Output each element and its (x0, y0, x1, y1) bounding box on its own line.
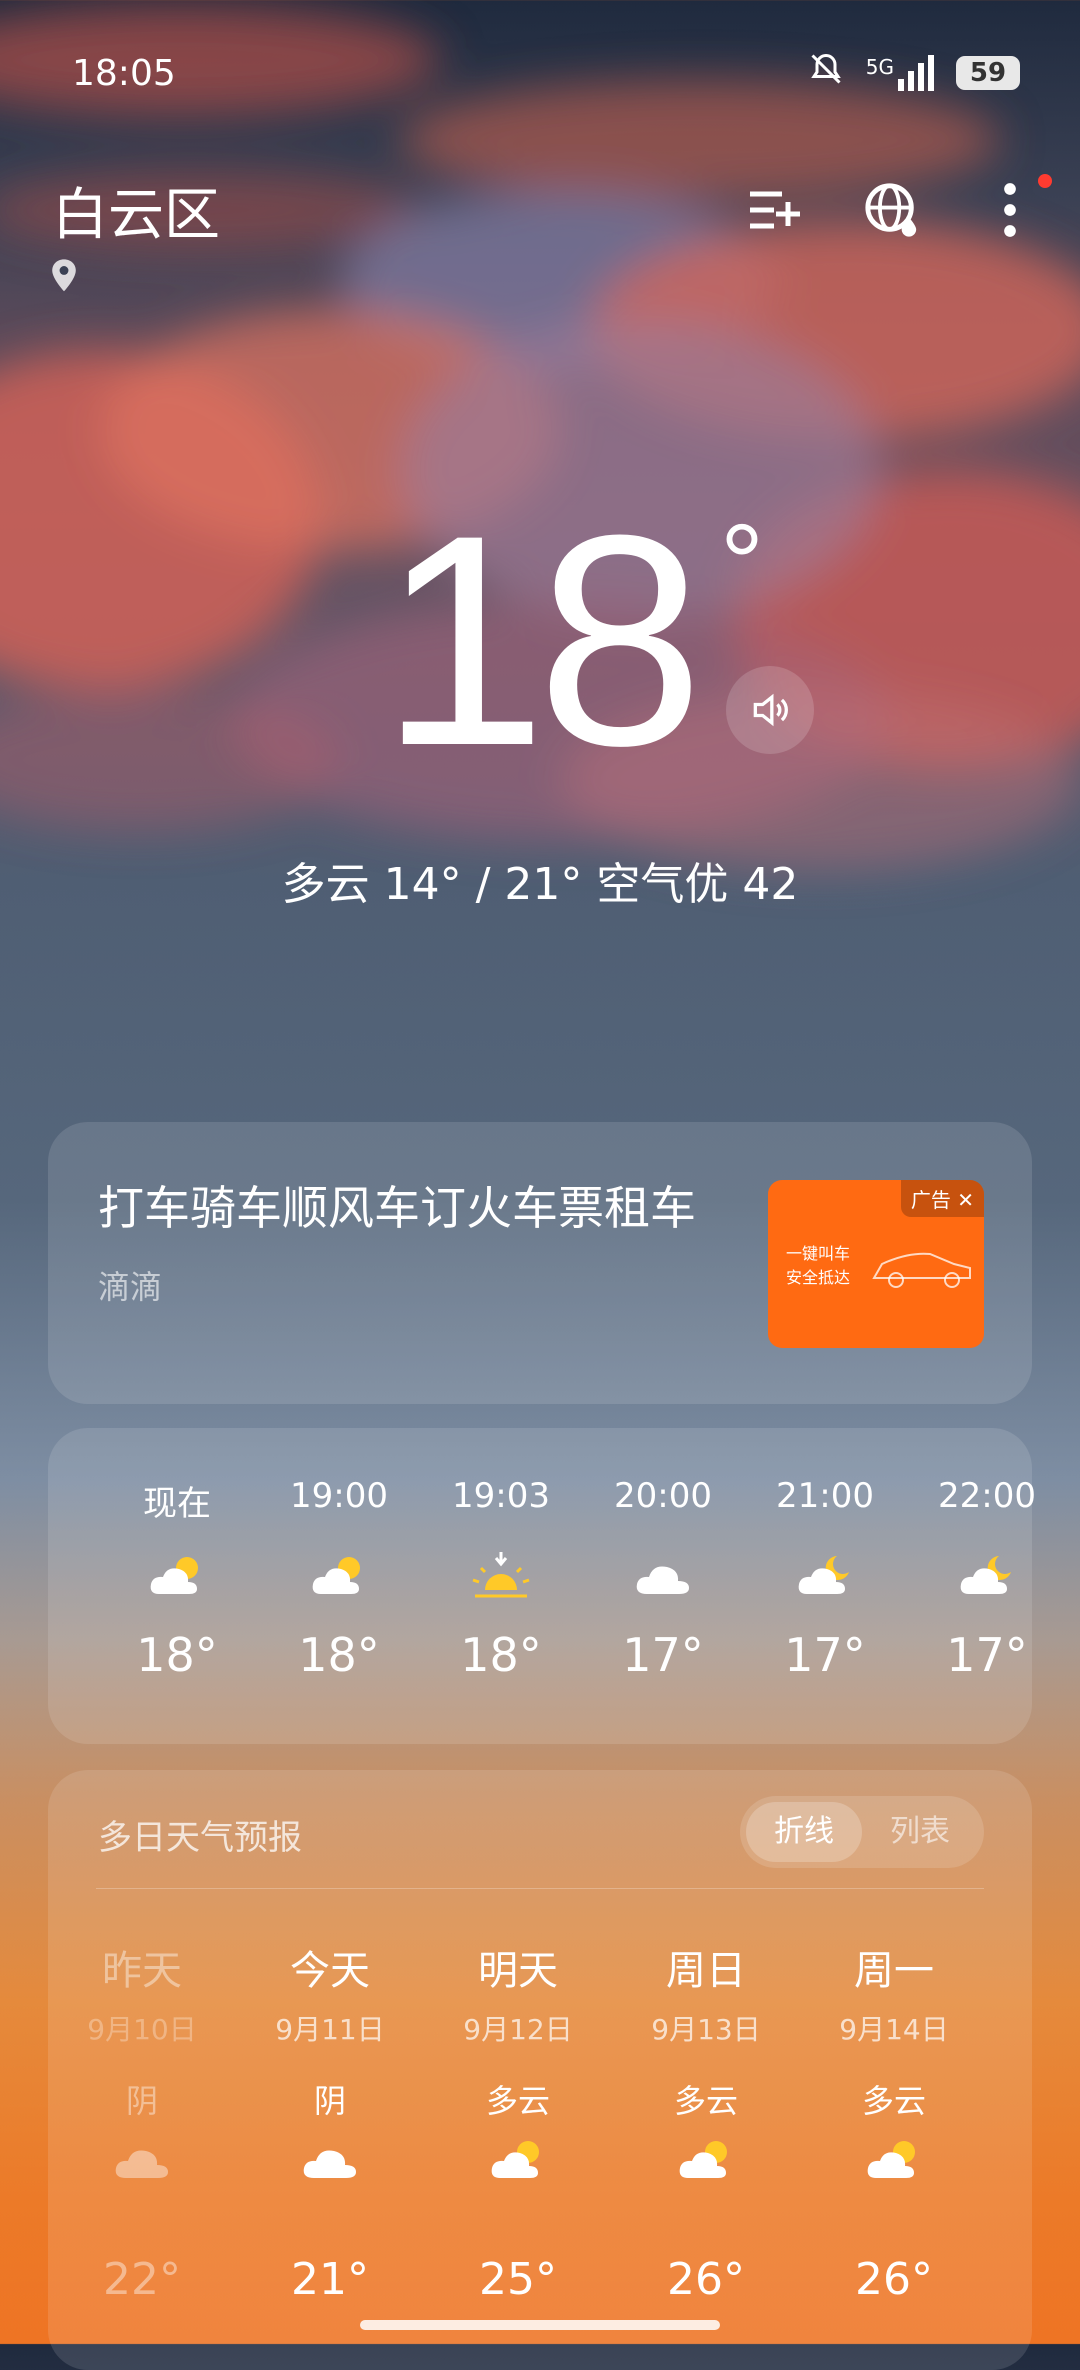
hourly-temp: 17° (946, 1628, 1028, 1682)
speaker-icon (753, 693, 788, 727)
day-condition: 阴 (313, 2082, 346, 2120)
partly-cloudy-day-icon (867, 2141, 915, 2178)
hourly-temp: 17° (784, 1628, 866, 1682)
day-date: 9月13日 (651, 2013, 761, 2046)
battery-level: 59 (969, 58, 1007, 88)
hourly-time: 现在 (143, 1484, 211, 1524)
view-toggle[interactable]: 折线 列表 (740, 1796, 984, 1868)
ad-slogan-line1: 一键叫车 (786, 1244, 851, 1263)
day-condition: 多云 (861, 2082, 926, 2120)
day-name: 今天 (290, 1948, 370, 1994)
status-bar: 18:05 5G 59 (72, 48, 1020, 98)
battery-icon: 59 (956, 56, 1020, 90)
day-high-temp: 21° (291, 2254, 369, 2305)
more-menu-button[interactable] (980, 174, 1052, 240)
degree-symbol: ° (720, 502, 764, 625)
day-condition: 多云 (485, 2082, 550, 2120)
header: 白云区 (52, 170, 1052, 251)
partly-cloudy-day-icon (491, 2141, 539, 2178)
globe-icon (865, 183, 917, 237)
manage-cities-button[interactable] (744, 180, 804, 240)
partly-cloudy-day-icon (312, 1557, 360, 1594)
day-date: 9月11日 (275, 2013, 385, 2046)
cloud-icon (636, 1566, 689, 1594)
day-high-temp: 26° (855, 2254, 933, 2305)
network-label: 5G (865, 55, 894, 79)
city-name[interactable]: 白云区 (52, 170, 220, 251)
hourly-temp: 18° (460, 1628, 542, 1682)
sunset-icon (472, 1552, 530, 1598)
ad-title: 打车骑车顺风车订火车票租车 (98, 1181, 696, 1235)
global-weather-button[interactable] (862, 180, 922, 240)
day-name: 周一 (854, 1948, 934, 1994)
ad-tag-label: 广告 (910, 1188, 951, 1212)
list-add-icon (750, 191, 800, 229)
location-pin-icon (50, 258, 78, 298)
partly-cloudy-night-icon (798, 1556, 849, 1594)
partly-cloudy-night-icon (960, 1556, 1011, 1594)
weather-summary: 多云 14° / 21° 空气优 42 (281, 859, 799, 910)
ad-image: 广告 ✕ 一键叫车 安全抵达 (768, 1180, 984, 1348)
day-condition: 多云 (673, 2082, 738, 2120)
home-indicator[interactable] (360, 2320, 720, 2330)
signal-icon: 5G (866, 55, 934, 91)
cloud-icon (303, 2150, 356, 2178)
day-high-temp: 25° (479, 2254, 557, 2305)
hourly-temp: 18° (298, 1628, 380, 1682)
day-date: 9月10日 (87, 2013, 197, 2046)
day-high-temp: 26° (667, 2254, 745, 2305)
hourly-temp: 18° (136, 1628, 218, 1682)
hourly-forecast-card[interactable]: 现在 18° 19:00 18° 19:03 18° 20:00 17° 21:… (48, 1428, 1036, 1744)
ad-brand: 滴滴 (98, 1268, 163, 1306)
day-name: 昨天 (102, 1948, 182, 1994)
hourly-time: 20:00 (614, 1476, 712, 1516)
daily-forecast-card[interactable]: 多日天气预报 折线 列表 昨天 9月10日 阴 22° 今天 9月11日 阴 2… (48, 1770, 1032, 2370)
day-date: 9月12日 (463, 2013, 573, 2046)
day-name: 周日 (666, 1948, 746, 1994)
hourly-time: 22:00 (938, 1476, 1036, 1516)
ad-close-button[interactable]: 广告 ✕ (900, 1180, 984, 1217)
divider (96, 1888, 984, 1889)
day-high-temp: 22° (103, 2254, 181, 2305)
bell-muted-icon (808, 51, 844, 96)
ad-card[interactable]: 打车骑车顺风车订火车票租车 滴滴 广告 ✕ 一键叫车 安全抵达 (48, 1122, 1032, 1404)
ad-slogan-line2: 安全抵达 (786, 1268, 851, 1287)
daily-forecast-title: 多日天气预报 (98, 1818, 302, 1858)
voice-broadcast-button[interactable] (726, 666, 814, 754)
day-date: 9月14日 (839, 2013, 949, 2046)
toggle-line-chart[interactable]: 折线 (746, 1802, 862, 1862)
partly-cloudy-day-icon (150, 1557, 198, 1594)
toggle-list[interactable]: 列表 (862, 1802, 978, 1862)
more-vertical-icon (1004, 183, 1016, 237)
car-icon (872, 1252, 971, 1288)
ad-slogan: 一键叫车 安全抵达 (786, 1242, 850, 1290)
hourly-temp: 17° (622, 1628, 704, 1682)
hourly-time: 21:00 (776, 1476, 874, 1516)
partly-cloudy-day-icon (679, 2141, 727, 2178)
status-time: 18:05 (72, 52, 176, 94)
cloud-icon (115, 2150, 168, 2178)
day-condition: 阴 (125, 2082, 158, 2120)
current-temperature: 18 (380, 472, 704, 808)
hourly-time: 19:03 (452, 1476, 550, 1516)
notification-dot (1038, 174, 1052, 188)
day-name: 明天 (478, 1948, 558, 1994)
hourly-time: 19:00 (290, 1476, 388, 1516)
